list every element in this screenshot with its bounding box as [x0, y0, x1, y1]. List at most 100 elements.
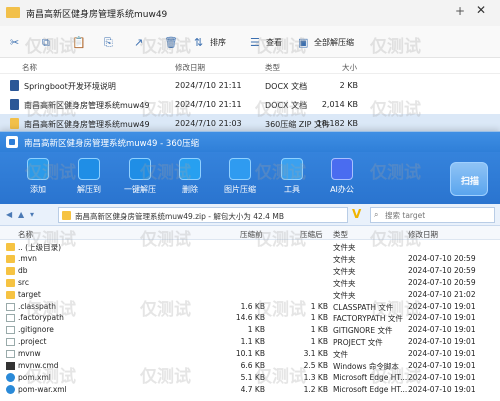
docx-icon — [10, 99, 19, 110]
zip-window-title: 南昌高新区健身房管理系统muw49 - 360压缩 — [24, 139, 200, 149]
col-size[interactable]: 压缩前 — [240, 229, 263, 240]
col-type[interactable]: 类型 — [265, 62, 280, 73]
table-row[interactable]: pom-war.xml 4.7 KB 1.2 KB Microsoft Edge HT… — [0, 384, 500, 396]
view-icon[interactable]: ☰ — [250, 36, 260, 49]
v-logo-icon[interactable]: V — [352, 207, 366, 222]
cell-date: 2024-07-10 20:59 — [408, 277, 476, 287]
tools-button[interactable]: 工具 — [266, 156, 318, 202]
cell-name: mvnw.cmd — [18, 361, 59, 370]
cell-date: 2024-07-10 20:59 — [408, 265, 476, 275]
extract-all-button[interactable]: 全部解压缩 — [314, 37, 354, 48]
table-row[interactable]: .mvn 文件夹 2024-07-10 20:59 — [0, 253, 500, 265]
table-row[interactable]: .. (上级目录) 文件夹 — [0, 241, 500, 253]
list-item[interactable]: 南昌高新区健身房管理系统muw49 2024/7/10 21:11 DOCX 文… — [0, 95, 500, 113]
file-icon — [6, 326, 15, 335]
explorer-tab-title[interactable]: 南昌高新区健身房管理系统muw49 — [26, 7, 167, 20]
cell-type: CLASSPATH 文件 — [333, 302, 394, 312]
sort-button[interactable]: 排序 — [210, 37, 226, 48]
delete-button[interactable]: 删除 — [164, 156, 216, 202]
cell-compressed: 1.3 KB — [303, 372, 328, 382]
col-name[interactable]: 名称 — [22, 62, 37, 73]
history-icon[interactable]: ▾ — [30, 210, 34, 219]
cell-type: GITIGNORE 文件 — [333, 326, 393, 336]
edge-file-icon — [6, 384, 15, 394]
cell-name: .mvn — [18, 253, 37, 263]
extract-all-icon[interactable]: ▣ — [298, 36, 308, 49]
table-row[interactable]: .factorypath 14.6 KB 1 KB FACTORYPATH 文件 202… — [0, 312, 500, 324]
tools-icon — [281, 158, 303, 180]
col-type[interactable]: 类型 — [333, 229, 348, 240]
image-compress-icon — [229, 158, 251, 180]
ai-office-button[interactable]: AI办公 — [316, 156, 368, 202]
cell-compressed: 1 KB — [310, 301, 328, 311]
copy-icon[interactable]: ⧉ — [42, 36, 50, 50]
col-name[interactable]: 名称 — [18, 229, 33, 240]
table-row[interactable]: target 文件夹 2024-07-10 21:02 — [0, 289, 500, 301]
list-item[interactable]: 南昌高新区健身房管理系统muw49 2024/7/10 21:03 360压缩 … — [0, 114, 500, 132]
cell-size: 14.6 KB — [235, 313, 265, 323]
table-row[interactable]: src 文件夹 2024-07-10 20:59 — [0, 277, 500, 289]
scan-button[interactable]: 扫描 — [450, 162, 488, 196]
cell-size: 6.6 KB — [240, 361, 265, 370]
cell-type: Microsoft Edge HT... — [333, 372, 408, 382]
folder-icon — [6, 7, 20, 18]
one-click-extract-button[interactable]: 一键解压 — [114, 156, 166, 202]
paste-icon[interactable]: 📋 — [72, 36, 86, 49]
cell-date: 2024-07-10 19:01 — [408, 313, 476, 323]
back-icon[interactable]: ◀ — [6, 210, 12, 219]
add-button[interactable]: 添加 — [12, 156, 64, 202]
col-size[interactable]: 大小 — [342, 62, 357, 73]
file-icon — [6, 338, 15, 347]
explorer-column-header: 名称 修改日期 类型 大小 — [0, 58, 500, 74]
cell-size: 1 KB — [247, 325, 265, 335]
add-icon — [27, 158, 49, 180]
address-field[interactable]: 南昌高新区健身房管理系统muw49.zip - 解包大小为 42.4 MB — [58, 207, 348, 223]
close-icon[interactable]: ✕ — [476, 3, 486, 17]
cell-date: 2024-07-10 19:01 — [408, 301, 476, 311]
new-tab-icon[interactable]: + — [455, 4, 465, 18]
col-compressed[interactable]: 压缩后 — [300, 229, 323, 240]
rename-icon[interactable]: ⎘ — [104, 36, 113, 50]
cell-type: PROJECT 文件 — [333, 338, 383, 348]
cell-compressed: 1 KB — [310, 313, 328, 323]
table-row[interactable]: pom.xml 5.1 KB 1.3 KB Microsoft Edge HT... 2… — [0, 372, 500, 384]
zip-file-icon — [62, 211, 71, 220]
table-row[interactable]: .project 1.1 KB 1 KB PROJECT 文件 2024-07-10 1… — [0, 336, 500, 348]
cell-compressed: 1 KB — [310, 337, 328, 347]
explorer-command-bar: ✂ ⧉ 📋 ⎘ ↗ 🗑 ⇅ 排序 ☰ 查看 ▣ 全部解压缩 — [0, 26, 500, 58]
search-icon: ⌕ — [374, 210, 379, 219]
delete-icon[interactable]: 🗑 — [164, 36, 178, 49]
table-row[interactable]: mvnw 10.1 KB 3.1 KB 文件 2024-07-10 19:01 — [0, 348, 500, 360]
file-icon — [6, 350, 15, 359]
search-box[interactable]: ⌕ — [370, 207, 495, 223]
file-icon — [6, 314, 15, 323]
list-item[interactable]: Springboot开发环境说明 2024/7/10 21:11 DOCX 文档… — [0, 76, 500, 94]
folder-icon — [6, 254, 15, 263]
cell-size: 1.6 KB — [240, 301, 265, 311]
explorer-title-bar: 南昌高新区健身房管理系统muw49 + ✕ — [0, 0, 500, 26]
docx-icon — [10, 80, 19, 91]
table-row[interactable]: .gitignore 1 KB 1 KB GITIGNORE 文件 2024-07-10… — [0, 324, 500, 336]
cell-type: 文件夹 — [333, 266, 356, 276]
extract-to-button[interactable]: 解压到 — [63, 156, 115, 202]
share-icon[interactable]: ↗ — [134, 36, 143, 49]
search-input[interactable] — [385, 209, 491, 221]
cell-date: 2024-07-10 19:01 — [408, 325, 476, 335]
view-button[interactable]: 查看 — [266, 37, 282, 48]
cell-type: 文件 — [333, 350, 348, 360]
table-row[interactable]: db 文件夹 2024-07-10 20:59 — [0, 265, 500, 277]
cell-type: 文件夹 — [333, 243, 356, 252]
sort-icon[interactable]: ⇅ — [194, 36, 203, 49]
cut-icon[interactable]: ✂ — [10, 36, 19, 49]
edge-file-icon — [6, 372, 15, 382]
col-date[interactable]: 修改日期 — [175, 62, 205, 73]
cell-type: Windows 命令脚本 — [333, 362, 399, 371]
cell-name: pom-war.xml — [18, 384, 67, 394]
up-icon[interactable]: ▲ — [18, 210, 24, 219]
cell-size: 4.7 KB — [240, 384, 265, 394]
col-date[interactable]: 修改日期 — [408, 229, 438, 240]
table-row[interactable]: .classpath 1.6 KB 1 KB CLASSPATH 文件 2024-07-… — [0, 301, 500, 313]
table-row[interactable]: mvnw.cmd 6.6 KB 2.5 KB Windows 命令脚本 2024-07-… — [0, 360, 500, 372]
image-compress-button[interactable]: 图片压缩 — [214, 156, 266, 202]
zip-app-icon — [6, 136, 18, 148]
